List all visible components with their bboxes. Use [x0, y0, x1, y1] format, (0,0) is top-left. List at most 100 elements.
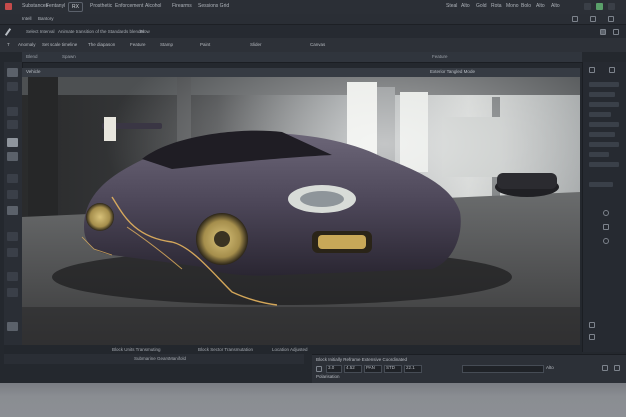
layers-icon[interactable] [613, 29, 619, 35]
field-value: 22.1 [406, 365, 415, 370]
panel-menu-icon[interactable] [609, 67, 615, 73]
hand-icon[interactable] [7, 248, 18, 257]
brush-tool-icon[interactable] [7, 138, 18, 147]
submenu-item[interactable]: Intell [22, 16, 32, 21]
color-swatch-icon[interactable] [7, 322, 18, 331]
panel-mode-label[interactable]: Alto [536, 3, 545, 9]
chevron-down-icon[interactable] [589, 322, 595, 328]
panel-mode-label[interactable]: Gold [476, 3, 487, 9]
menu-bar: Substances Fentanyl RX Prosthetic Enforc… [0, 0, 626, 15]
panel-mode-label[interactable]: Steal [446, 3, 457, 9]
field-value: PAN [366, 365, 375, 370]
status-text: Manifold [169, 356, 187, 361]
tool-option-label[interactable]: Select Interval [26, 29, 55, 34]
submenu-item[interactable]: Bantory [38, 16, 54, 21]
menu-item[interactable]: Prosthetic [90, 3, 112, 9]
option-label[interactable]: Stamp [160, 42, 173, 47]
close-icon[interactable] [608, 3, 615, 10]
tools-icon[interactable] [572, 16, 578, 22]
gear-icon[interactable] [603, 210, 609, 216]
panel-field[interactable] [589, 102, 619, 107]
pen-icon[interactable] [7, 206, 18, 215]
minimize-icon[interactable] [584, 3, 591, 10]
menu-item[interactable]: Alcohol [145, 3, 161, 9]
eraser-icon[interactable] [7, 152, 18, 161]
panel-field[interactable] [589, 92, 615, 97]
tab-spawn[interactable]: Spawn [62, 54, 76, 59]
panel-field[interactable] [589, 112, 611, 117]
app-logo-icon [5, 3, 12, 10]
status-text: Block Units Transmuting [112, 347, 161, 352]
eye-icon[interactable] [7, 288, 18, 297]
panel-mode-label[interactable]: Bolo [521, 3, 531, 9]
menu-item[interactable]: Sessions Grid [198, 3, 229, 9]
panel-tabs: Blend Spawn Feature [22, 52, 582, 63]
menu-item[interactable]: Firearms [172, 3, 192, 9]
add-layer-icon[interactable] [589, 334, 595, 340]
panel-field[interactable] [589, 82, 619, 87]
panel-end-label[interactable]: Alto [546, 365, 554, 370]
eye-icon[interactable] [614, 365, 620, 371]
panel-subtitle: Polarisation [316, 374, 340, 379]
play-icon[interactable] [316, 366, 322, 372]
menu-item[interactable]: Enforcement [115, 3, 143, 9]
image-icon[interactable] [600, 29, 606, 35]
shape-icon[interactable] [7, 232, 18, 241]
tool-option-label[interactable]: Animate transition of the Standards blen… [58, 29, 145, 34]
panel-toggle-icon[interactable] [589, 67, 595, 73]
gear-icon[interactable] [602, 365, 608, 371]
link-icon[interactable] [603, 224, 609, 230]
option-label[interactable]: Slider [250, 42, 262, 47]
document-tab[interactable]: Vehicle Exterior Tangled Mode [22, 68, 580, 77]
status-text: Location Adjusted [272, 347, 308, 352]
maximize-icon[interactable] [596, 3, 603, 10]
image-canvas[interactable] [22, 77, 580, 345]
panel-field[interactable] [589, 152, 609, 157]
bottom-properties: Block Initially Reframe Extensive Coordi… [312, 354, 626, 383]
canvas-render [22, 77, 580, 345]
brush-icon[interactable] [4, 28, 12, 36]
select-icon[interactable] [7, 82, 18, 91]
tab-blend[interactable]: Blend [26, 54, 38, 59]
option-label[interactable]: The diapason [88, 42, 115, 47]
slider-track[interactable] [462, 365, 544, 373]
active-tab-pill[interactable]: RX [68, 2, 83, 12]
panel-mode-label[interactable]: Alto [551, 3, 560, 9]
option-label[interactable]: Anomaly [18, 42, 36, 47]
text-icon[interactable] [7, 190, 18, 199]
panel-field[interactable] [589, 162, 619, 167]
panel-field[interactable] [589, 142, 619, 147]
option-label[interactable]: Canvas [310, 42, 325, 47]
panel-title: Block Initially Reframe Extensive Coordi… [316, 357, 408, 362]
settings-icon[interactable] [608, 16, 614, 22]
properties-panel [582, 62, 626, 352]
monitor-bezel [0, 383, 626, 417]
lasso-icon[interactable] [7, 107, 18, 116]
panel-field[interactable] [589, 122, 619, 127]
option-label[interactable]: T [7, 42, 10, 47]
tab-feature[interactable]: Feature [432, 54, 448, 59]
zoom-icon[interactable] [7, 272, 18, 281]
gradient-icon[interactable] [7, 174, 18, 183]
panel-mode-label[interactable]: Alto [461, 3, 470, 9]
secondary-menu-bar: Intell Bantory [0, 14, 626, 24]
tool-option-label[interactable]: Blow [140, 29, 150, 34]
layout-icon[interactable] [590, 16, 596, 22]
refresh-icon[interactable] [603, 238, 609, 244]
panel-mode-label[interactable]: Rota [491, 3, 502, 9]
field-value: 3.0 [328, 365, 335, 370]
document-mode: Exterior Tangled Mode [430, 69, 475, 74]
document-title: Vehicle [26, 69, 41, 74]
move-icon[interactable] [7, 68, 18, 77]
option-label[interactable]: Set scale timeline [42, 42, 77, 47]
panel-mode-label[interactable]: Mono [506, 3, 519, 9]
panel-field[interactable] [589, 132, 615, 137]
panel-field[interactable] [589, 182, 613, 187]
menu-item[interactable]: Substances [22, 3, 48, 9]
crop-icon[interactable] [7, 120, 18, 129]
menu-item[interactable]: Fentanyl [46, 3, 65, 9]
field-value: STD [386, 365, 395, 370]
option-label[interactable]: Paint [200, 42, 210, 47]
secondary-status: Submarine Gears Manifold [4, 354, 304, 364]
option-label[interactable]: Feature [130, 42, 146, 47]
